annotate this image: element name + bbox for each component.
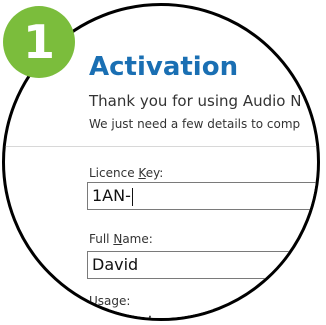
- intro-text: Thank you for using Audio N: [89, 92, 302, 110]
- divider: [5, 146, 317, 147]
- usage-label: Usage:: [89, 294, 131, 308]
- step-number-badge: 1: [3, 6, 75, 78]
- step-number: 1: [22, 15, 55, 69]
- full-name-label: Full Name:: [89, 232, 153, 246]
- licence-key-input[interactable]: 1AN-: [87, 182, 317, 210]
- usage-select[interactable]: Student: [87, 309, 317, 318]
- text-caret: [131, 187, 133, 206]
- dialog-title: Activation: [89, 52, 239, 82]
- licence-key-label: Licence Key:: [89, 166, 164, 180]
- full-name-input[interactable]: David: [87, 251, 317, 279]
- intro-subtext: We just need a few details to comp: [89, 117, 301, 131]
